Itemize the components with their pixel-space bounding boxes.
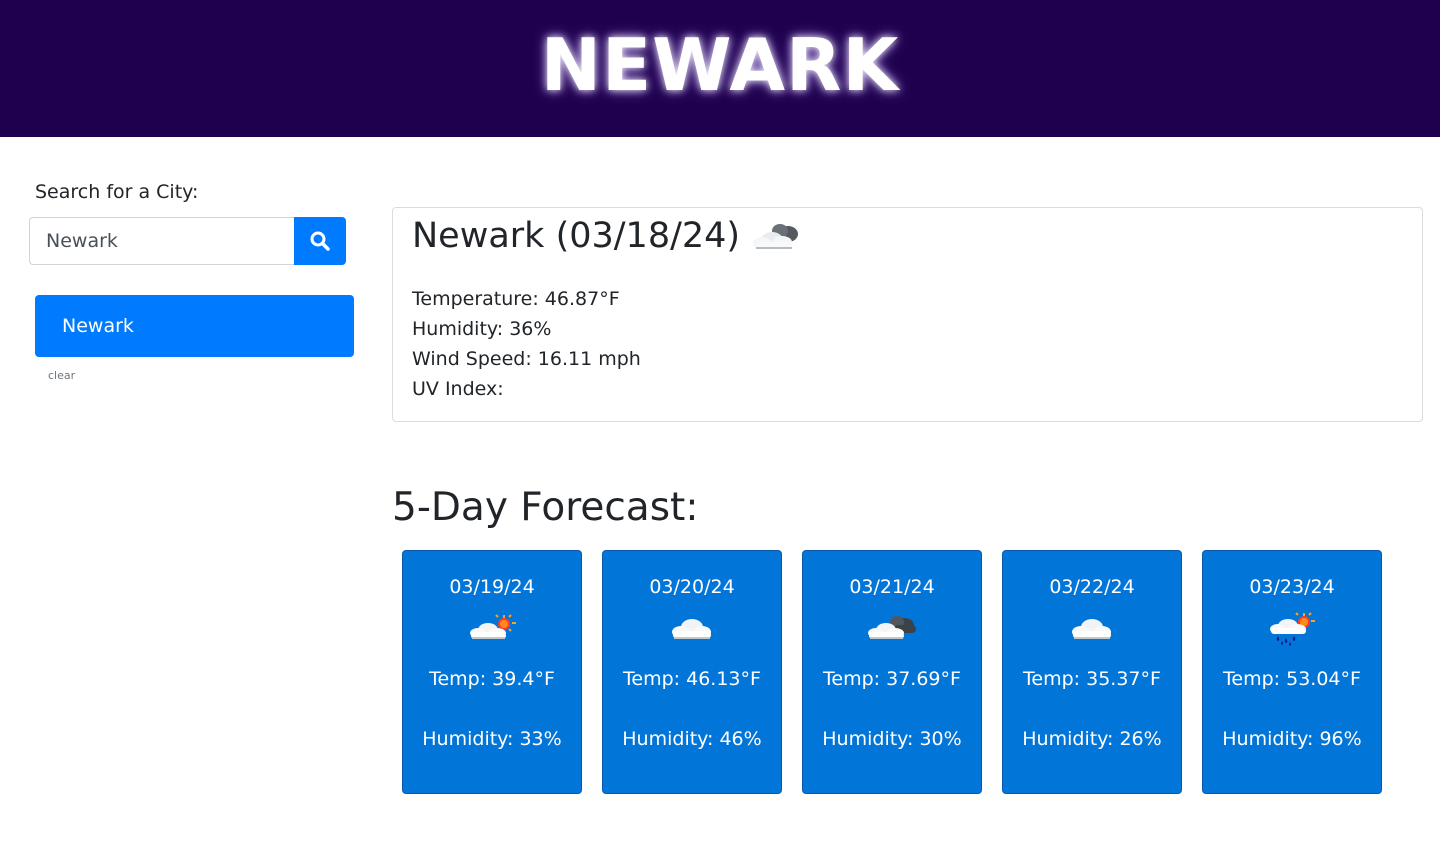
forecast-temp: Temp: 46.13°F [623,668,761,690]
forecast-humidity: Humidity: 30% [822,728,962,750]
history-item-newark[interactable]: Newark [35,295,354,357]
cloud-icon [1072,619,1111,639]
current-temperature: Temperature: 46.87°F [412,288,620,310]
search-button[interactable] [294,217,346,265]
forecast-card: 03/23/24 Temp: 53.04°F Humidity: 96% [1202,550,1382,794]
forecast-temp: Temp: 35.37°F [1023,668,1161,690]
city-search-input[interactable] [29,217,295,265]
forecast-date: 03/20/24 [649,576,735,598]
cloud-icon [753,224,799,249]
partly-sunny-icon [470,614,516,639]
forecast-card: 03/21/24 Temp: 37.69°F Humidity: 30% [802,550,982,794]
current-humidity: Humidity: 36% [412,318,552,340]
forecast-temp: Temp: 39.4°F [429,668,555,690]
current-wind-speed: Wind Speed: 16.11 mph [412,348,641,370]
forecast-date: 03/23/24 [1249,576,1335,598]
broken-clouds-icon [868,616,916,639]
forecast-date: 03/19/24 [449,576,535,598]
forecast-card: 03/22/24 Temp: 35.37°F Humidity: 26% [1002,550,1182,794]
current-stats: Temperature: 46.87°F Humidity: 36% Wind … [412,284,641,404]
page-header: NEWARK [0,0,1440,137]
forecast-card: 03/20/24 Temp: 46.13°F Humidity: 46% [602,550,782,794]
forecast-humidity: Humidity: 96% [1222,728,1362,750]
clear-history-link[interactable]: clear [48,369,75,382]
current-weather-title: Newark (03/18/24) [412,216,804,256]
search-icon [310,231,330,251]
forecast-humidity: Humidity: 26% [1022,728,1162,750]
forecast-humidity: Humidity: 46% [622,728,762,750]
forecast-humidity: Humidity: 33% [422,728,562,750]
city-title: NEWARK [540,22,900,107]
forecast-temp: Temp: 53.04°F [1223,668,1361,690]
forecast-card: 03/19/24 Temp: 39.4°F Humidity: 33% [402,550,582,794]
rain-sun-icon [1270,612,1315,646]
forecast-date: 03/22/24 [1049,576,1135,598]
current-title-text: Newark (03/18/24) [412,216,741,256]
current-uv-index: UV Index: [412,378,504,400]
forecast-date: 03/21/24 [849,576,935,598]
forecast-heading: 5-Day Forecast: [392,485,699,530]
cloud-icon [672,619,711,639]
forecast-temp: Temp: 37.69°F [823,668,961,690]
search-label: Search for a City: [35,181,199,203]
current-weather-card: Newark (03/18/24) Temperature: 46.87°F H… [392,207,1423,422]
